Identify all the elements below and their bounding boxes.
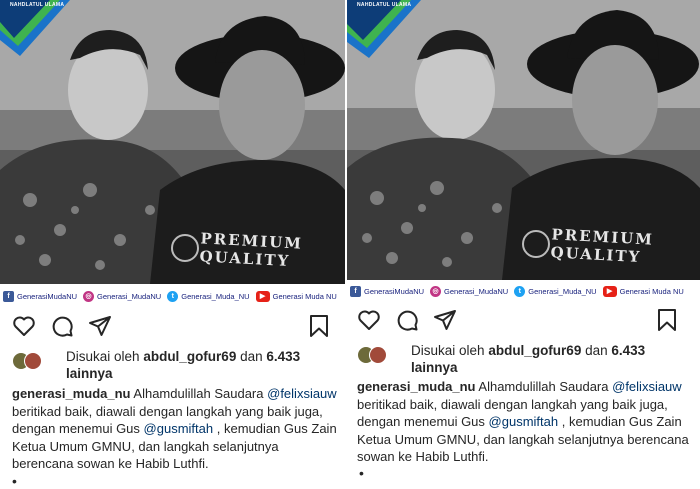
social-label: GenerasiMudaNU bbox=[364, 286, 425, 296]
caption-text: Alhamdulillah Saudara bbox=[478, 379, 609, 394]
social-item: t Generasi_Muda_NU bbox=[514, 285, 597, 297]
badge-text: NAHDLATUL ULAMA bbox=[10, 2, 65, 8]
likes-suffix[interactable]: lainnya bbox=[66, 366, 113, 381]
more-dot: • bbox=[12, 473, 17, 489]
social-label: Generasi Muda NU bbox=[619, 286, 684, 296]
social-label: GenerasiMudaNU bbox=[17, 291, 78, 301]
instagram-post-left: NAHDLATUL ULAMA PREMIUM QUALITY f Generas… bbox=[0, 0, 345, 489]
youtube-icon: ▶ bbox=[602, 285, 617, 297]
likes-prefix: Disukai oleh bbox=[66, 349, 140, 364]
gmnu-logo-badge bbox=[0, 0, 70, 56]
social-label: Generasi_MudaNU bbox=[97, 291, 162, 301]
bookmark-icon[interactable] bbox=[656, 308, 678, 332]
facebook-icon: f bbox=[350, 285, 361, 297]
social-item: f GenerasiMudaNU bbox=[3, 290, 78, 302]
instagram-icon: ◎ bbox=[430, 285, 442, 297]
caption-username[interactable]: generasi_muda_nu bbox=[357, 379, 476, 394]
mention-link[interactable]: @gusmiftah bbox=[144, 421, 214, 436]
likes-and: dan bbox=[585, 343, 608, 358]
heart-icon[interactable] bbox=[12, 314, 36, 338]
youtube-icon: ▶ bbox=[255, 290, 270, 302]
likes-count[interactable]: 6.433 bbox=[611, 343, 645, 358]
social-label: Generasi_Muda_NU bbox=[528, 286, 597, 296]
likes-and: dan bbox=[240, 349, 263, 364]
caption-username[interactable]: generasi_muda_nu bbox=[12, 386, 131, 401]
shirt-print: PREMIUM QUALITY bbox=[199, 229, 303, 270]
likes-summary: Disukai oleh abdul_gofur69 dan 6.433 lai… bbox=[0, 349, 345, 389]
instagram-post-right: NAHDLATUL ULAMA PREMIUM QUALITY f Generas… bbox=[347, 0, 700, 489]
social-label: Generasi_Muda_NU bbox=[181, 291, 250, 301]
post-photo[interactable]: NAHDLATUL ULAMA PREMIUM QUALITY bbox=[0, 0, 345, 284]
liker-username[interactable]: abdul_gofur69 bbox=[143, 349, 236, 364]
mention-link[interactable]: @felixsiauw bbox=[267, 386, 337, 401]
avatar bbox=[24, 352, 42, 370]
social-label: Generasi_MudaNU bbox=[444, 286, 509, 296]
social-item: ◎ Generasi_MudaNU bbox=[430, 285, 509, 297]
post-caption: generasi_muda_nu Alhamdulillah Saudara @… bbox=[12, 385, 340, 473]
social-item: ▶ Generasi Muda NU bbox=[255, 290, 337, 302]
share-icon[interactable] bbox=[88, 314, 112, 338]
social-item: ▶ Generasi Muda NU bbox=[602, 285, 684, 297]
post-caption: generasi_muda_nu Alhamdulillah Saudara @… bbox=[357, 378, 693, 466]
social-item: t Generasi_Muda_NU bbox=[167, 290, 250, 302]
comment-icon[interactable] bbox=[395, 308, 419, 332]
likes-prefix: Disukai oleh bbox=[411, 343, 485, 358]
gmnu-logo-badge bbox=[347, 0, 421, 58]
likes-text[interactable]: Disukai oleh abdul_gofur69 dan 6.433 lai… bbox=[66, 348, 336, 382]
likes-summary: Disukai oleh abdul_gofur69 dan 6.433 lai… bbox=[347, 343, 700, 383]
share-icon[interactable] bbox=[433, 308, 457, 332]
post-actions bbox=[347, 306, 700, 338]
instagram-icon: ◎ bbox=[83, 290, 95, 302]
liker-username[interactable]: abdul_gofur69 bbox=[488, 343, 581, 358]
twitter-icon: t bbox=[167, 290, 179, 302]
badge-text: NAHDLATUL ULAMA bbox=[357, 2, 412, 8]
social-item: ◎ Generasi_MudaNU bbox=[83, 290, 162, 302]
social-item: f GenerasiMudaNU bbox=[350, 285, 425, 297]
liker-avatars bbox=[357, 346, 391, 364]
facebook-icon: f bbox=[3, 290, 14, 302]
mention-link[interactable]: @felixsiauw bbox=[612, 379, 682, 394]
liker-avatars bbox=[12, 352, 46, 370]
post-actions bbox=[0, 312, 345, 344]
likes-suffix[interactable]: lainnya bbox=[411, 360, 458, 375]
bookmark-icon[interactable] bbox=[308, 314, 330, 338]
social-label: Generasi Muda NU bbox=[272, 291, 337, 301]
comment-icon[interactable] bbox=[50, 314, 74, 338]
shirt-print: PREMIUM QUALITY bbox=[550, 225, 654, 266]
caption-text: Alhamdulillah Saudara bbox=[133, 386, 264, 401]
twitter-icon: t bbox=[514, 285, 526, 297]
social-media-bar: f GenerasiMudaNU ◎ Generasi_MudaNU t Genera… bbox=[0, 286, 345, 306]
mention-link[interactable]: @gusmiftah bbox=[489, 414, 559, 429]
avatar bbox=[369, 346, 387, 364]
more-dot: • bbox=[359, 465, 364, 481]
post-photo[interactable]: NAHDLATUL ULAMA PREMIUM QUALITY bbox=[347, 0, 700, 280]
social-media-bar: f GenerasiMudaNU ◎ Generasi_MudaNU t Genera… bbox=[347, 281, 700, 301]
likes-text[interactable]: Disukai oleh abdul_gofur69 dan 6.433 lai… bbox=[411, 342, 681, 376]
heart-icon[interactable] bbox=[357, 308, 381, 332]
likes-count[interactable]: 6.433 bbox=[266, 349, 300, 364]
